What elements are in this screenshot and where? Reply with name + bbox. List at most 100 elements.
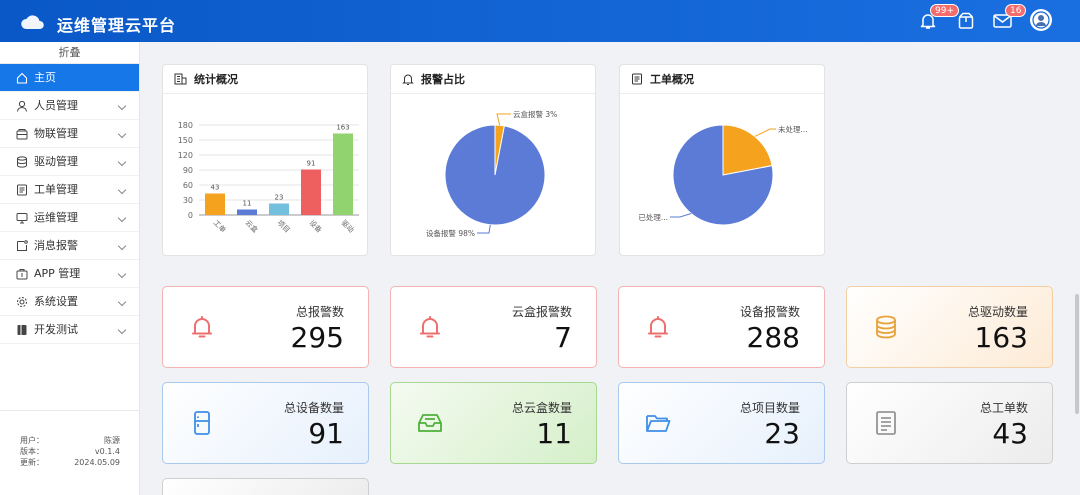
panel-header: 工单概况: [620, 65, 824, 94]
card-value: 43: [992, 417, 1028, 450]
total-projects-card[interactable]: 总项目数量 23: [618, 382, 825, 464]
chevron-down-icon: [117, 157, 127, 167]
bar-value-label: 43: [211, 184, 220, 192]
card-value: 11: [536, 417, 572, 450]
page-scrollbar[interactable]: [1075, 294, 1079, 414]
sidebar-item-label: 驱动管理: [34, 155, 78, 168]
panel-header: 报警占比: [391, 65, 595, 94]
panel-title: 统计概况: [194, 73, 238, 86]
bell-icon: [192, 316, 212, 338]
bar-value-label: 163: [336, 124, 349, 132]
sidebar-item-work-orders[interactable]: 工单管理: [0, 176, 139, 204]
bell-icon: [420, 316, 440, 338]
pie-leader-line: [754, 128, 776, 137]
card-label: 设备报警数: [739, 305, 800, 319]
monitor-icon: [16, 213, 28, 224]
stats-overview-panel: 统计概况 0 30 60 90 120 150 180 43 工单 11 云盒 23 项目 91 设备 163…: [162, 64, 368, 256]
sidebar-item-label: 主页: [34, 71, 56, 84]
chevron-down-icon: [117, 241, 127, 251]
user-label: 用户：: [20, 436, 44, 445]
notifications-button[interactable]: 99+: [916, 4, 959, 33]
card-value: 23: [764, 417, 800, 450]
alarm-ratio-panel: 报警占比 云盒报警 3% 设备报警 98%: [390, 64, 596, 256]
top-header: 运维管理云平台 99+ 16: [0, 0, 1080, 42]
bar: [301, 169, 321, 215]
chevron-down-icon: [117, 269, 127, 279]
updated-value: 2024.05.09: [74, 458, 120, 467]
sidebar-item-label: 系统设置: [34, 295, 78, 308]
app-icon: [16, 269, 28, 280]
bar: [269, 203, 289, 215]
total-drivers-card[interactable]: 总驱动数量 163: [846, 286, 1053, 368]
sidebar-item-home[interactable]: 主页: [0, 64, 139, 92]
x-tick-label: 设备: [308, 218, 324, 234]
book-icon: [17, 325, 27, 335]
pie-label: 已处理...: [638, 212, 668, 222]
gear-icon: [17, 297, 27, 307]
folder-icon: [646, 415, 671, 432]
message-icon: [17, 240, 28, 251]
y-tick-label: 150: [178, 136, 193, 145]
next-card-partial: [162, 478, 369, 495]
y-tick-label: 60: [183, 181, 193, 190]
x-tick-label: 项目: [276, 219, 292, 235]
package-button[interactable]: [954, 9, 978, 33]
card-value: 163: [974, 321, 1028, 354]
sidebar-item-settings[interactable]: 系统设置: [0, 288, 139, 316]
bell-icon: [648, 316, 668, 338]
card-label: 云盒报警数: [511, 305, 572, 319]
stats-bar-chart: 0 30 60 90 120 150 180 43 工单 11 云盒 23 项目 91 设备 163 驱动: [178, 121, 359, 235]
total-devices-card[interactable]: 总设备数量 91: [162, 382, 369, 464]
device-alarms-card[interactable]: 设备报警数 288: [618, 286, 825, 368]
sidebar-item-drivers[interactable]: 驱动管理: [0, 148, 139, 176]
updated-label: 更新：: [20, 458, 44, 467]
database-icon: [17, 156, 27, 168]
x-tick-label: 驱动: [340, 218, 356, 234]
sidebar-item-label: 运维管理: [34, 211, 78, 224]
y-tick-label: 0: [188, 211, 193, 220]
pie-label: 云盒报警 3%: [513, 109, 557, 119]
coins-icon: [876, 315, 896, 339]
total-work-orders-card[interactable]: 总工单数 43: [846, 382, 1053, 464]
messages-button[interactable]: 16: [990, 4, 1027, 33]
work-order-panel: 工单概况 未处理... 已处理...: [619, 64, 825, 256]
panel-header: 统计概况: [163, 65, 367, 94]
version-value: v0.1.4: [94, 447, 120, 456]
sidebar-item-personnel[interactable]: 人员管理: [0, 92, 139, 120]
chevron-down-icon: [117, 213, 127, 223]
user-avatar[interactable]: [1030, 9, 1052, 31]
sidebar-item-label: 人员管理: [34, 99, 78, 112]
package-icon: [958, 12, 974, 29]
messages-badge: 16: [1005, 4, 1027, 17]
cloud-logo-icon: [21, 15, 44, 29]
document-icon: [632, 73, 642, 85]
bell-icon: [402, 74, 414, 85]
card-value: 295: [290, 321, 344, 354]
alarm-pie-chart: 云盒报警 3% 设备报警 98%: [426, 109, 557, 238]
card-value: 91: [308, 417, 344, 450]
bar-value-label: 23: [275, 194, 284, 202]
total-cloud-boxes-card[interactable]: 总云盒数量 11: [390, 382, 597, 464]
y-tick-label: 30: [183, 196, 193, 205]
chevron-down-icon: [117, 325, 127, 335]
work-order-pie-chart: 未处理... 已处理...: [638, 124, 808, 226]
sidebar-item-messages[interactable]: 消息报警: [0, 232, 139, 260]
sidebar-item-label: 开发测试: [34, 323, 78, 336]
x-tick-label: 工单: [212, 218, 228, 234]
sidebar-item-operations[interactable]: 运维管理: [0, 204, 139, 232]
total-alarms-card[interactable]: 总报警数 295: [162, 286, 369, 368]
sidebar-item-app[interactable]: APP 管理: [0, 260, 139, 288]
collapse-toggle[interactable]: 折叠: [0, 42, 139, 64]
chevron-down-icon: [117, 185, 127, 195]
pie-leader-line: [670, 213, 692, 218]
sidebar-item-dev-test[interactable]: 开发测试: [0, 316, 139, 344]
card-label: 总项目数量: [739, 401, 800, 415]
bar: [237, 209, 257, 215]
sidebar-item-label: 工单管理: [34, 183, 78, 196]
card-value: 288: [746, 321, 800, 354]
cloud-box-alarms-card[interactable]: 云盒报警数 7: [390, 286, 597, 368]
system-info: 用户： 陈源 版本： v0.1.4 更新： 2024.05.09: [0, 410, 140, 495]
home-icon: [16, 72, 28, 84]
sidebar-item-iot[interactable]: 物联管理: [0, 120, 139, 148]
card-label: 总设备数量: [283, 401, 344, 415]
